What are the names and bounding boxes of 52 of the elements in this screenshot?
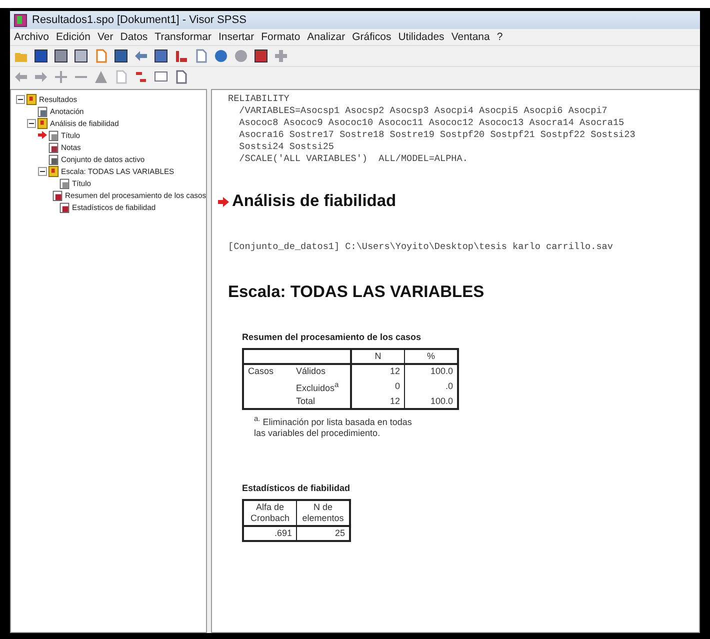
- column-header: Alfa de Cronbach: [243, 500, 296, 526]
- menu-item[interactable]: ?: [496, 31, 503, 43]
- title-icon: [59, 178, 70, 188]
- row-label: Válidos: [292, 364, 351, 378]
- table-cell: 25: [296, 526, 350, 541]
- menu-item[interactable]: Insertar: [218, 31, 254, 43]
- menu-item[interactable]: Archivo: [14, 31, 50, 43]
- menu-item[interactable]: Edición: [56, 31, 90, 43]
- table-cell: 12: [351, 364, 404, 378]
- arrow-icon: [218, 196, 229, 206]
- column-header: %: [426, 351, 435, 361]
- row-label: Total: [292, 395, 351, 409]
- table-cell: 100.0: [404, 395, 458, 409]
- note-icon: [37, 106, 48, 116]
- app-icon: [14, 14, 27, 26]
- document-icon[interactable]: [174, 70, 188, 84]
- notes-icon: [48, 142, 59, 152]
- menu-item[interactable]: Ver: [97, 31, 114, 43]
- scale-heading: Escala: TODAS LAS VARIABLES: [228, 283, 486, 302]
- tree-icon[interactable]: [134, 70, 148, 84]
- syntax-text: RELIABILITY /VARIABLES=Asocsp1 Asocsp2 Asocsp3 Asocpi4 Asocpi5 Asocpi6 Asocpi7 Asococ8 Asococ9 Asococ10 Asococ11 Asococ12 Asococ13 Asocra14 Asocra15 Asocra16 Sostre17 Sostre18 Sostre19 Sostpf20 Sostpf21 Sostpf22 Sostsi23 Sostsi24 Sostsi25 /SCALE('ALL VARIABLES') ALL/MODEL=ALPHA.: [227, 93, 636, 165]
- table-cell: 100.0: [404, 364, 458, 378]
- menu-item[interactable]: Datos: [120, 31, 148, 43]
- menu-item[interactable]: Analizar: [307, 31, 346, 43]
- table-cell: .691: [243, 526, 296, 541]
- column-header: N: [374, 351, 382, 361]
- menu-item[interactable]: Transformar: [154, 31, 212, 43]
- table-title: Estadísticos de fiabilidad: [242, 483, 352, 493]
- collapse-icon[interactable]: [16, 94, 24, 104]
- dataset-path: [Conjunto_de_datos1] C:\Users\Yoyito\Desktop\tesis karlo carrillo.sav: [228, 241, 614, 252]
- column-header: N de elementos: [296, 500, 350, 526]
- table-cell: .0: [404, 378, 458, 395]
- table-cell: 0: [351, 378, 404, 395]
- menu-item[interactable]: Formato: [261, 31, 300, 43]
- table-title: Resumen del procesamiento de los casos: [242, 332, 422, 342]
- menu-item[interactable]: Utilidades: [398, 31, 444, 43]
- collapse-icon[interactable]: [38, 166, 46, 176]
- window-title: Resultados1.spo [Dokument1] - Visor SPSS: [32, 14, 246, 26]
- menu-item[interactable]: Gráficos: [352, 31, 392, 43]
- pyramid-icon[interactable]: [94, 70, 108, 84]
- row-label: Casos: [243, 364, 292, 378]
- menu-item[interactable]: Ventana: [451, 31, 490, 43]
- collapse-icon[interactable]: [26, 118, 36, 128]
- title-icon: [48, 130, 59, 140]
- section-heading: Análisis de fiabilidad: [232, 192, 396, 211]
- table-icon: [52, 190, 64, 200]
- undo-icon[interactable]: [134, 49, 148, 63]
- table-cell: 12: [351, 395, 404, 409]
- dataset-icon: [48, 154, 59, 164]
- table-icon: [59, 202, 70, 212]
- row-label: Excluidos$^{a}$: [292, 378, 351, 395]
- footnote: $^{a.}$ Eliminación por lista basada en todas las variables del procedimiento.: [254, 413, 413, 439]
